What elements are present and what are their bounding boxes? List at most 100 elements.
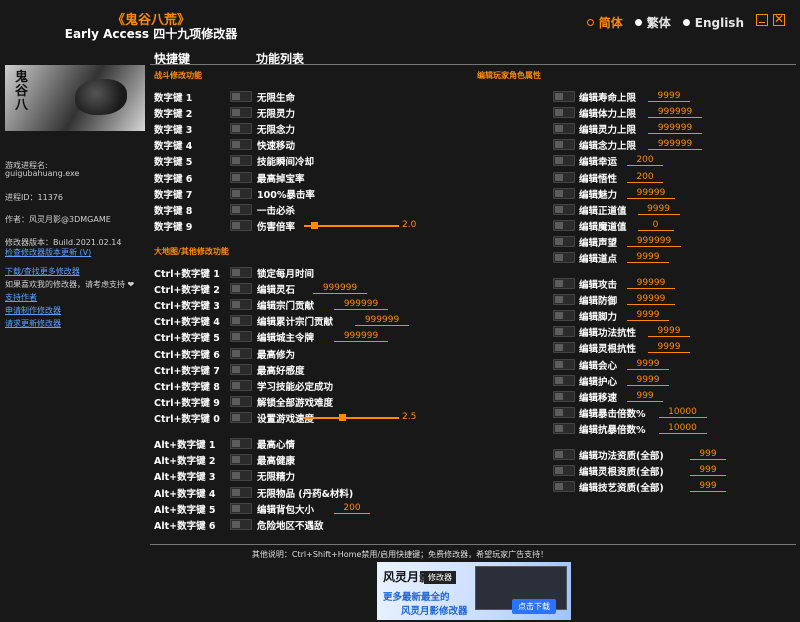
toggle-switch[interactable] — [553, 252, 575, 263]
toggle-switch[interactable] — [553, 374, 575, 386]
request-trainer-link[interactable]: 申请制作修改器 — [5, 305, 61, 316]
value-field[interactable]: 9999 — [627, 359, 669, 370]
value-field[interactable]: 9999 — [627, 310, 669, 322]
value-field[interactable]: 999999 — [313, 283, 367, 295]
ad-download-button[interactable]: 点击下载 — [512, 599, 556, 614]
value-field[interactable]: 999999 — [334, 331, 388, 343]
toggle-switch[interactable] — [553, 203, 575, 215]
toggle-switch[interactable] — [553, 342, 575, 354]
request-update-link[interactable]: 请求更新修改器 — [5, 318, 61, 329]
attribute-label: 编辑魔道值 — [579, 221, 627, 233]
toggle-switch[interactable] — [230, 203, 252, 215]
toggle-switch[interactable] — [230, 299, 252, 311]
toggle-switch[interactable] — [553, 358, 575, 370]
attribute-label: 编辑技艺资质(全部) — [579, 483, 664, 495]
toggle-switch[interactable] — [553, 235, 575, 247]
value-field[interactable]: 999 — [627, 391, 663, 402]
toggle-switch[interactable] — [230, 91, 252, 102]
value-field[interactable]: 9999 — [648, 91, 690, 102]
toggle-switch[interactable] — [553, 294, 575, 306]
value-field[interactable]: 9999 — [627, 375, 669, 386]
download-more-link[interactable]: 下载/查找更多修改器 — [5, 266, 80, 277]
toggle-switch[interactable] — [553, 107, 575, 119]
lang-simplified[interactable]: 简体 — [586, 14, 623, 31]
toggle-switch[interactable] — [553, 278, 575, 289]
toggle-switch[interactable] — [553, 406, 575, 418]
value-field[interactable]: 200 — [627, 172, 663, 183]
toggle-switch[interactable] — [553, 187, 575, 199]
toggle-switch[interactable] — [553, 326, 575, 338]
value-field[interactable]: 999 — [690, 449, 726, 460]
toggle-switch[interactable] — [230, 347, 252, 359]
feature-label: 伤害倍率 — [257, 221, 296, 233]
ad-banner[interactable]: 风灵月影 修改器 更多最新最全的 风灵月影修改器 点击下载 — [377, 562, 571, 620]
toggle-switch[interactable] — [230, 315, 252, 327]
lang-traditional[interactable]: 繁体 — [634, 14, 671, 31]
toggle-switch[interactable] — [230, 139, 252, 151]
toggle-switch[interactable] — [230, 454, 252, 466]
close-icon[interactable]: ✕ — [773, 13, 785, 26]
slider-knob[interactable] — [310, 221, 318, 229]
toggle-switch[interactable] — [230, 107, 252, 119]
support-author-link[interactable]: 支持作者 — [5, 292, 37, 303]
toggle-switch[interactable] — [230, 438, 252, 449]
toggle-switch[interactable] — [553, 465, 575, 477]
value-field[interactable]: 99999 — [627, 294, 675, 306]
value-field[interactable]: 999999 — [355, 315, 409, 327]
value-field[interactable]: 999999 — [648, 139, 702, 151]
toggle-switch[interactable] — [230, 379, 252, 391]
slider-knob[interactable] — [339, 413, 346, 421]
value-field[interactable]: 200 — [334, 503, 370, 514]
slider-track[interactable] — [304, 224, 399, 227]
check-update-link[interactable]: 检查修改器版本更新 (V) — [5, 247, 91, 258]
toggle-switch[interactable] — [230, 395, 252, 407]
toggle-switch[interactable] — [553, 390, 575, 402]
minimize-icon[interactable] — [756, 14, 768, 26]
value-field[interactable]: 999 — [690, 481, 726, 493]
toggle-switch[interactable] — [553, 139, 575, 151]
attribute-label: 编辑防御 — [579, 296, 618, 308]
value-field[interactable]: 9999 — [627, 252, 669, 263]
value-field[interactable]: 10000 — [658, 407, 707, 418]
value-field[interactable]: 999999 — [334, 299, 388, 311]
value-field[interactable]: 999999 — [648, 123, 702, 135]
toggle-switch[interactable] — [230, 470, 252, 482]
toggle-switch[interactable] — [553, 171, 575, 183]
lang-english[interactable]: English — [682, 14, 744, 31]
toggle-switch[interactable] — [553, 310, 575, 322]
value-field[interactable]: 99999 — [627, 278, 675, 289]
value-field[interactable]: 99999 — [627, 188, 675, 199]
toggle-switch[interactable] — [230, 267, 252, 278]
hotkey-label: Alt+数字键 2 — [154, 456, 216, 468]
toggle-switch[interactable] — [553, 123, 575, 135]
toggle-switch[interactable] — [553, 219, 575, 231]
toggle-switch[interactable] — [230, 363, 252, 375]
toggle-switch[interactable] — [230, 171, 252, 183]
value-field[interactable]: 10000 — [658, 423, 707, 434]
value-field[interactable]: 9999 — [648, 326, 690, 338]
toggle-switch[interactable] — [230, 486, 252, 498]
toggle-switch[interactable] — [553, 91, 575, 102]
value-field[interactable]: 999999 — [627, 236, 681, 247]
toggle-switch[interactable] — [553, 481, 575, 493]
toggle-switch[interactable] — [230, 519, 252, 530]
toggle-switch[interactable] — [230, 219, 252, 231]
toggle-switch[interactable] — [553, 155, 575, 167]
feature-label: 最高修为 — [257, 349, 296, 361]
value-field[interactable]: 999 — [690, 465, 726, 477]
toggle-switch[interactable] — [230, 155, 252, 167]
value-field[interactable]: 9999 — [637, 204, 680, 215]
toggle-switch[interactable] — [230, 283, 252, 295]
toggle-switch[interactable] — [230, 331, 252, 343]
value-field[interactable]: 9999 — [648, 342, 690, 354]
toggle-switch[interactable] — [553, 422, 575, 434]
value-field[interactable]: 0 — [637, 220, 674, 231]
slider-track[interactable] — [304, 416, 399, 419]
toggle-switch[interactable] — [230, 502, 252, 514]
toggle-switch[interactable] — [230, 411, 252, 423]
value-field[interactable]: 999999 — [648, 107, 702, 119]
toggle-switch[interactable] — [230, 187, 252, 199]
toggle-switch[interactable] — [230, 123, 252, 135]
toggle-switch[interactable] — [553, 449, 575, 460]
value-field[interactable]: 200 — [627, 155, 663, 167]
